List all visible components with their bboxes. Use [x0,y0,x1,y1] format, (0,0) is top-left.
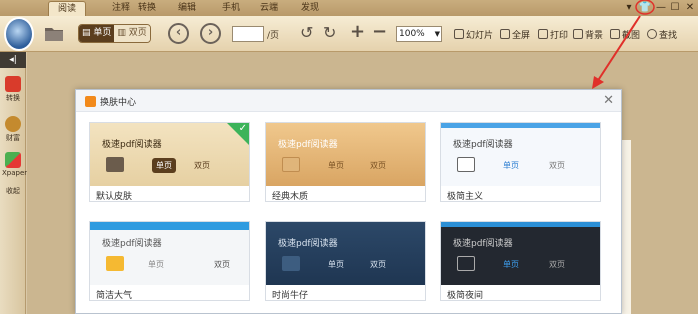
print-icon [538,29,548,39]
tab-cloud[interactable]: 云端 [250,1,288,16]
zoom-select[interactable]: 100% ▼ [396,26,442,42]
tab-edit[interactable]: 编辑 [168,1,206,16]
search-icon [647,29,657,39]
folder-icon [282,157,300,172]
skin-name: 经典木质 [272,192,309,202]
sidebar-collapse[interactable]: 收起 [2,186,24,196]
print-button[interactable]: 打印 [538,28,568,42]
slideshow-icon [454,29,464,39]
skin-name: 时尚牛仔 [272,291,309,301]
skin-preview-double: 双页 [370,161,386,170]
skin-preview-app-name: 极速pdf阅读器 [278,140,338,150]
folder-icon [457,256,475,271]
tab-discover[interactable]: 发现 [291,1,329,16]
page-number-input[interactable] [232,26,264,42]
skin-center-dialog: 换肤中心 ✕ 极速pdf阅读器 单页 双页 ✓ 默认皮肤 极速pdf阅读器 单页… [75,89,622,314]
folder-icon [106,256,124,271]
skin-preview: 极速pdf阅读器 单页 双页 [266,222,425,285]
background-icon [573,29,583,39]
skin-name: 简洁大气 [96,291,133,301]
skin-tshirt-icon[interactable]: 👕 [638,1,652,14]
skin-preview-single: 单页 [148,260,164,269]
tab-mobile[interactable]: 手机 [212,1,250,16]
skin-preview-app-name: 极速pdf阅读器 [102,239,162,249]
skin-preview-app-name: 极速pdf阅读器 [453,140,513,150]
menu-tab-bar: 阅读 注释 转换 编辑 手机 云端 发现 ▾ 👕 — ☐ ✕ [0,0,698,16]
skin-card-night[interactable]: 极速pdf阅读器 单页 双页 极简夜间 [440,221,601,301]
zoom-out-icon[interactable]: − [372,21,387,42]
user-avatar[interactable] [4,17,34,51]
single-page-button[interactable]: ▤ 单页 [79,25,115,42]
collapse-panel-icon[interactable]: ◂| [0,52,26,68]
sidebar-item-wealth[interactable]: 财富 [2,116,24,143]
skin-preview-single: 单页 [328,161,344,170]
skin-preview-single: 单页 [503,260,519,269]
money-bag-icon [5,116,21,132]
convert-icon [5,76,21,92]
page-mode-toggle: ▤ 单页 ▥ 双页 [78,24,151,43]
skin-card-clean[interactable]: 极速pdf阅读器 单页 双页 简洁大气 [89,221,250,301]
skin-name: 极简主义 [447,192,484,202]
skin-preview-single: 单页 [328,260,344,269]
prev-page-icon[interactable]: ‹ [168,23,189,44]
app-logo-icon [85,96,96,107]
folder-icon [106,157,124,172]
skin-preview: 极速pdf阅读器 单页 双页 [266,123,425,186]
skin-name: 默认皮肤 [96,192,133,202]
checkmark-icon: ✓ [238,123,247,134]
skin-card-wood[interactable]: 极速pdf阅读器 单页 双页 经典木质 [265,122,426,202]
skin-card-minimal[interactable]: 极速pdf阅读器 单页 双页 极简主义 [440,122,601,202]
skin-preview-app-name: 极速pdf阅读器 [102,140,162,150]
skin-preview-double: 双页 [549,161,565,170]
skin-preview-double: 双页 [194,161,210,170]
left-sidebar: ◂| 转换 财富 Xpaper 收起 [0,52,27,314]
rotate-left-icon[interactable]: ↺ [300,23,313,42]
tab-convert[interactable]: 转换 [128,1,166,16]
scissors-icon [610,29,620,39]
slideshow-button[interactable]: 幻灯片 [454,28,493,42]
skin-preview: 极速pdf阅读器 单页 双页 [441,222,600,285]
skin-preview-double: 双页 [214,260,230,269]
fullscreen-button[interactable]: 全屏 [500,28,530,42]
skin-preview: 极速pdf阅读器 单页 双页 [90,123,249,186]
rotate-right-icon[interactable]: ↻ [323,23,336,42]
sidebar-item-xpaper[interactable]: Xpaper [2,152,27,177]
open-folder-icon[interactable] [44,24,64,42]
skin-preview-single: 单页 [152,158,176,173]
dialog-title: 换肤中心 [100,98,137,108]
folder-icon [457,157,475,172]
skin-preview-double: 双页 [549,260,565,269]
close-window-icon[interactable]: ✕ [683,1,697,14]
sidebar-item-convert[interactable]: 转换 [2,76,24,103]
double-page-button[interactable]: ▥ 双页 [114,25,150,42]
zoom-in-icon[interactable]: + [350,21,365,42]
next-page-icon[interactable]: › [200,23,221,44]
skin-preview-single: 单页 [503,161,519,170]
background-button[interactable]: 背景 [573,28,603,42]
fullscreen-icon [500,29,510,39]
folder-icon [282,256,300,271]
main-toolbar: ▤ 单页 ▥ 双页 ‹ › /页 ↺ ↻ + − 100% ▼ 幻灯片 全屏 打印… [0,16,698,52]
skin-preview: 极速pdf阅读器 单页 双页 [441,123,600,186]
skin-preview-app-name: 极速pdf阅读器 [278,239,338,249]
menu-dropdown-icon[interactable]: ▾ [622,1,636,14]
skin-name: 极简夜间 [447,291,484,301]
find-button[interactable]: 查找 [647,28,677,42]
skin-card-denim[interactable]: 极速pdf阅读器 单页 双页 时尚牛仔 [265,221,426,301]
page-suffix: /页 [267,31,280,41]
skin-card-default[interactable]: 极速pdf阅读器 单页 双页 ✓ 默认皮肤 [89,122,250,202]
skin-preview-double: 双页 [370,260,386,269]
screenshot-button[interactable]: 截图 [610,28,640,42]
minimize-icon[interactable]: — [654,1,668,14]
skin-preview: 极速pdf阅读器 单页 双页 [90,222,249,285]
dialog-header: 换肤中心 ✕ [76,90,621,112]
skin-preview-app-name: 极速pdf阅读器 [453,239,513,249]
maximize-icon[interactable]: ☐ [668,1,682,14]
dialog-close-icon[interactable]: ✕ [603,93,614,108]
xpaper-icon [5,152,21,168]
tab-read[interactable]: 阅读 [48,1,86,16]
